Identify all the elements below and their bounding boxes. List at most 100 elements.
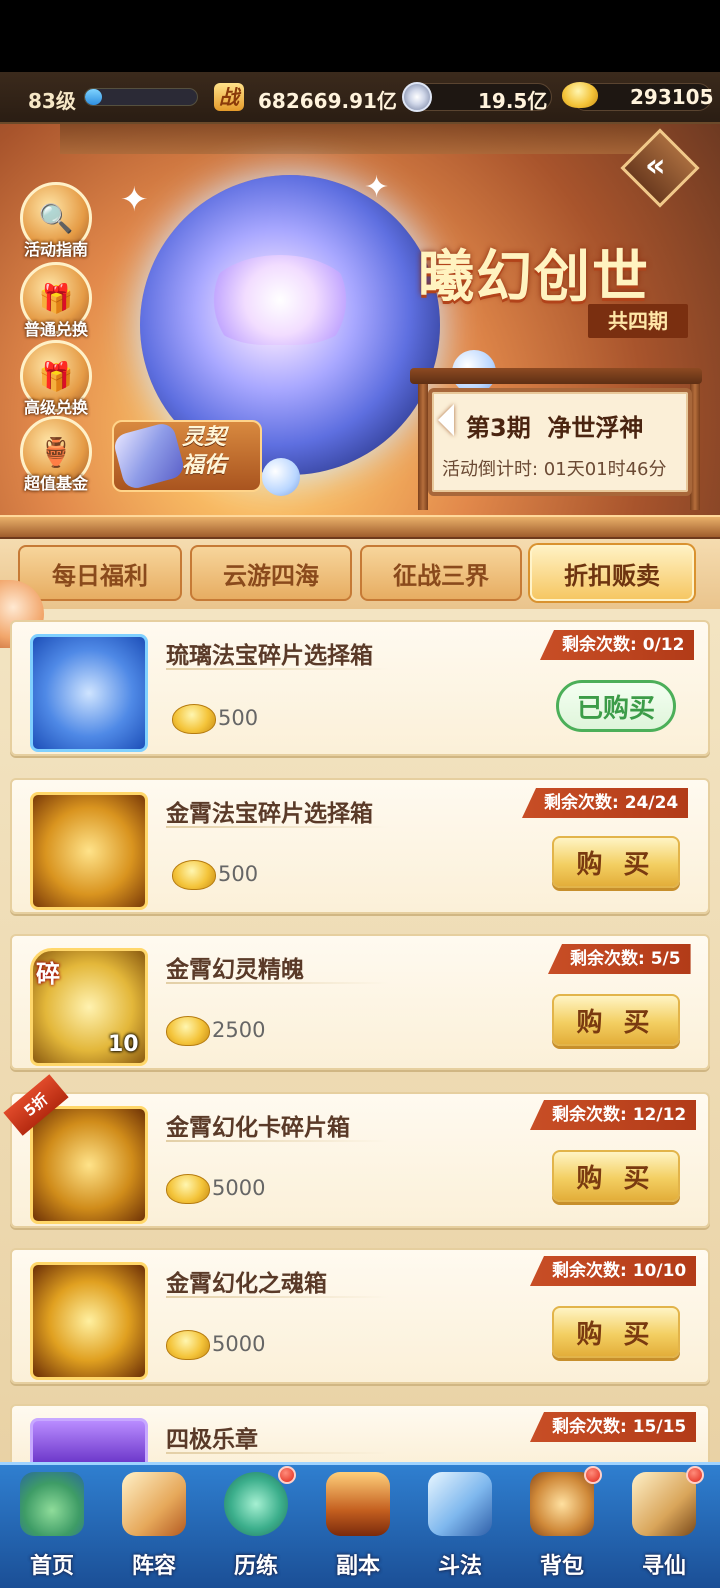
nav-label: 副本 — [335, 1554, 380, 1579]
music-chest-icon — [30, 1418, 148, 1464]
gold-ingot-icon — [166, 1016, 210, 1046]
gold-ingot-icon — [166, 1174, 210, 1204]
nav-home[interactable]: 首页 — [2, 1466, 102, 1586]
divider — [166, 1296, 388, 1298]
divider — [166, 668, 388, 670]
event-title: 曦幻创世 — [418, 245, 650, 310]
nav-label: 历练 — [233, 1554, 278, 1579]
battle-sword-icon — [428, 1472, 492, 1536]
banner-beam — [60, 124, 660, 154]
buy-button[interactable]: 购 买 — [552, 994, 680, 1046]
power-icon: 战 — [214, 83, 244, 111]
nav-label: 阵容 — [131, 1554, 176, 1579]
nav-battle[interactable]: 斗法 — [410, 1466, 510, 1586]
fund-label: 超值基金 — [23, 474, 88, 493]
tab-discount-sale[interactable]: 折扣贩卖 — [530, 545, 694, 601]
glass-treasure-chest-icon — [30, 634, 148, 752]
nav-lineup[interactable]: 阵容 — [104, 1466, 204, 1586]
buy-button[interactable]: 购 买 — [552, 1306, 680, 1358]
item-name: 金霄幻灵精魄 — [166, 957, 304, 983]
nav-label: 斗法 — [437, 1554, 482, 1579]
nav-backpack[interactable]: 背包 — [512, 1466, 612, 1586]
sparkle-icon: ✦ — [364, 170, 390, 205]
item-price: 500 — [218, 706, 259, 730]
bubble-art — [262, 458, 300, 496]
decorative-rail — [0, 515, 720, 539]
item-quantity: 10 — [108, 1032, 139, 1057]
gold-amount: 293105 — [630, 85, 714, 109]
normal-exchange-label: 普通兑换 — [23, 320, 88, 339]
combat-power: 682669.91亿 — [258, 89, 397, 113]
bought-button[interactable]: 已购买 — [556, 680, 676, 732]
magnifier-icon: 🔍 — [38, 201, 74, 235]
notification-dot — [686, 1466, 704, 1484]
player-level: 83级 — [28, 89, 76, 113]
remaining-count: 剩余次数: 0/12 — [540, 630, 695, 660]
home-island-icon — [20, 1472, 84, 1536]
silver-coin-icon — [402, 82, 432, 112]
advanced-exchange-label: 高级兑换 — [23, 398, 88, 417]
remaining-count: 剩余次数: 5/5 — [548, 944, 691, 974]
sparkle-icon: ✦ — [120, 180, 149, 220]
training-gourd-icon — [224, 1472, 288, 1536]
item-name: 金霄幻化之魂箱 — [166, 1271, 327, 1297]
gold-ingot-icon — [172, 860, 216, 890]
divider — [166, 982, 388, 984]
current-period: 第3期 净世浮神 — [466, 414, 644, 442]
prev-period-arrow-icon[interactable] — [438, 404, 454, 436]
board-roof — [410, 368, 702, 384]
nav-training[interactable]: 历练 — [206, 1466, 306, 1586]
nav-dungeon[interactable]: 副本 — [308, 1466, 408, 1586]
buy-button[interactable]: 购 买 — [552, 1150, 680, 1202]
remaining-count: 剩余次数: 10/10 — [530, 1256, 697, 1286]
lotus-art — [205, 255, 355, 345]
silver-amount: 19.5亿 — [478, 89, 548, 113]
fragment-badge: 碎 — [36, 960, 60, 988]
backpack-icon — [530, 1472, 594, 1536]
item-name: 金霄法宝碎片选择箱 — [166, 801, 373, 827]
item-price: 5000 — [212, 1332, 266, 1356]
level-progress-bar — [84, 88, 198, 106]
nav-label: 首页 — [29, 1554, 74, 1579]
remaining-count: 剩余次数: 12/12 — [530, 1100, 697, 1130]
remaining-count: 剩余次数: 15/15 — [530, 1412, 697, 1442]
treasure-pot-icon: 🏺 — [38, 435, 74, 469]
level-progress-fill — [85, 89, 102, 105]
divider — [166, 1140, 388, 1142]
item-price: 2500 — [212, 1018, 266, 1042]
golden-treasure-chest-icon — [30, 792, 148, 910]
notification-dot — [278, 1466, 296, 1484]
gold-ingot-icon — [562, 82, 598, 108]
item-name: 四极乐章 — [166, 1427, 258, 1453]
lineup-cards-icon — [122, 1472, 186, 1536]
item-price: 500 — [218, 862, 259, 886]
dungeon-gate-icon — [326, 1472, 390, 1536]
nav-label: 寻仙 — [641, 1554, 686, 1579]
transform-card-chest-icon — [30, 1106, 148, 1224]
back-arrow-icon: « — [645, 146, 666, 184]
remaining-count: 剩余次数: 24/24 — [522, 788, 689, 818]
blessing-label: 灵契 福佑 — [182, 425, 227, 478]
gold-ingot-icon — [172, 704, 216, 734]
board-post-left — [418, 370, 428, 510]
guide-label: 活动指南 — [23, 240, 88, 259]
nav-seek-immortal[interactable]: 寻仙 — [614, 1466, 714, 1586]
period-count: 共四期 — [588, 304, 688, 338]
divider — [166, 826, 388, 828]
gift-box-icon: 🎁 — [38, 359, 74, 393]
item-name: 金霄幻化卡碎片箱 — [166, 1115, 350, 1141]
item-price: 5000 — [212, 1176, 266, 1200]
scroll-icon — [632, 1472, 696, 1536]
tab-cloud-travel[interactable]: 云游四海 — [190, 545, 352, 601]
buy-button[interactable]: 购 买 — [552, 836, 680, 888]
tab-daily-welfare[interactable]: 每日福利 — [18, 545, 182, 601]
gold-ingot-icon — [166, 1330, 210, 1360]
soul-chest-icon — [30, 1262, 148, 1380]
item-name: 琉璃法宝碎片选择箱 — [166, 643, 373, 669]
divider — [166, 1452, 388, 1454]
gift-box-icon: 🎁 — [38, 281, 74, 315]
countdown-text: 活动倒计时: 01天01时46分 — [442, 459, 667, 480]
nav-label: 背包 — [539, 1554, 584, 1579]
tab-three-realms[interactable]: 征战三界 — [360, 545, 522, 601]
notification-dot — [584, 1466, 602, 1484]
